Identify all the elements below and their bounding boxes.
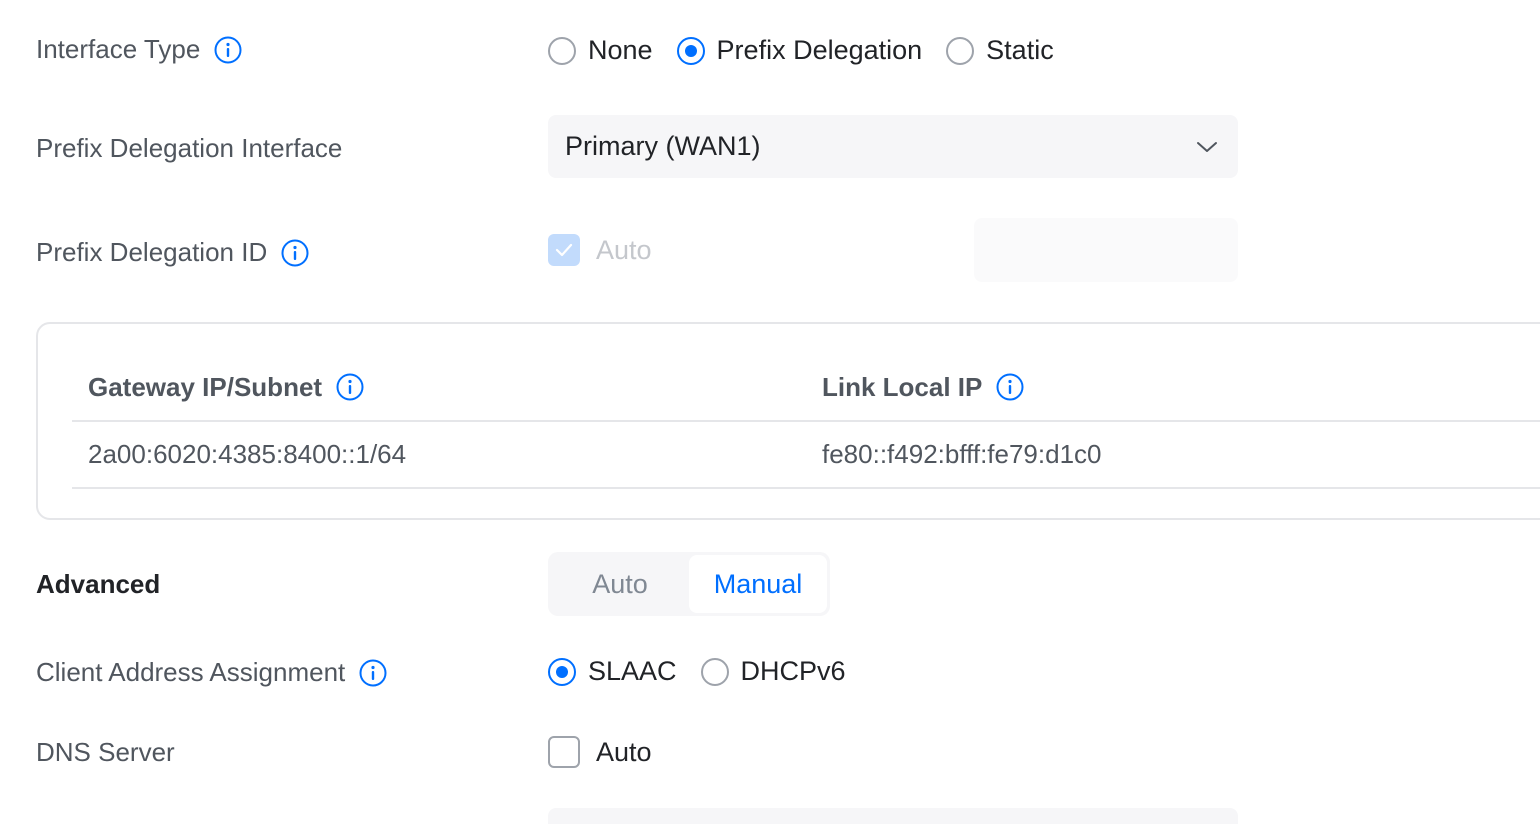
advanced-label: Advanced bbox=[36, 569, 161, 599]
radio-slaac[interactable] bbox=[548, 657, 576, 686]
info-icon[interactable] bbox=[281, 239, 309, 267]
client-address-assignment-label: Client Address Assignment bbox=[36, 657, 387, 688]
gateway-ip-header: Gateway IP/Subnet bbox=[72, 354, 806, 420]
ipv6-settings-form: Interface Type None Prefix Delegation St… bbox=[0, 0, 1540, 824]
radio-dhcpv6[interactable] bbox=[700, 657, 729, 686]
prefix-delegation-id-label: Prefix Delegation ID bbox=[36, 237, 309, 268]
radio-static[interactable] bbox=[946, 36, 975, 65]
slaac-option[interactable]: SLAAC bbox=[548, 656, 677, 687]
chevron-down-icon bbox=[1196, 140, 1218, 154]
prefix-delegation-interface-select[interactable]: Primary (WAN1) bbox=[548, 115, 1238, 178]
radio-prefix-delegation[interactable] bbox=[676, 36, 705, 65]
interface-type-radio-group: None Prefix Delegation Static bbox=[548, 35, 1078, 66]
prefix-delegation-interface-label: Prefix Delegation Interface bbox=[36, 133, 343, 163]
dns-server-label: DNS Server bbox=[36, 737, 175, 767]
interface-type-label: Interface Type bbox=[36, 34, 242, 65]
advanced-mode-toggle: Auto Manual bbox=[548, 552, 830, 616]
checkbox-unchecked[interactable] bbox=[548, 736, 580, 768]
client-address-assignment-radio-group: SLAAC DHCPv6 bbox=[548, 656, 870, 687]
interface-type-none-option[interactable]: None bbox=[548, 35, 653, 66]
info-icon[interactable] bbox=[996, 373, 1024, 401]
dhcpv6-option[interactable]: DHCPv6 bbox=[700, 656, 846, 687]
table-header: Gateway IP/Subnet Link Local IP bbox=[72, 354, 1540, 422]
prefix-delegation-id-auto-checkbox[interactable]: Auto bbox=[548, 234, 652, 266]
dns-server-input[interactable] bbox=[548, 808, 1238, 824]
info-icon[interactable] bbox=[336, 373, 364, 401]
info-icon[interactable] bbox=[359, 659, 387, 687]
advanced-auto-segment[interactable]: Auto bbox=[551, 555, 689, 613]
ip-info-table: Gateway IP/Subnet Link Local IP 2a00:602… bbox=[36, 322, 1540, 520]
dns-server-auto-checkbox[interactable]: Auto bbox=[548, 736, 652, 768]
prefix-delegation-id-input[interactable] bbox=[974, 218, 1238, 282]
interface-type-static-option[interactable]: Static bbox=[946, 35, 1054, 66]
info-icon[interactable] bbox=[214, 36, 242, 64]
gateway-ip-cell: 2a00:6020:4385:8400::1/64 bbox=[88, 438, 407, 469]
radio-none[interactable] bbox=[548, 36, 576, 65]
interface-type-prefix-delegation-option[interactable]: Prefix Delegation bbox=[676, 35, 922, 66]
link-local-ip-header: Link Local IP bbox=[806, 354, 1540, 420]
link-local-ip-cell: fe80::f492:bfff:fe79:d1c0 bbox=[822, 438, 1102, 469]
advanced-manual-segment[interactable]: Manual bbox=[689, 555, 827, 613]
checkbox-checked-disabled[interactable] bbox=[548, 234, 580, 266]
table-row: 2a00:6020:4385:8400::1/64 fe80::f492:bff… bbox=[72, 421, 1540, 489]
